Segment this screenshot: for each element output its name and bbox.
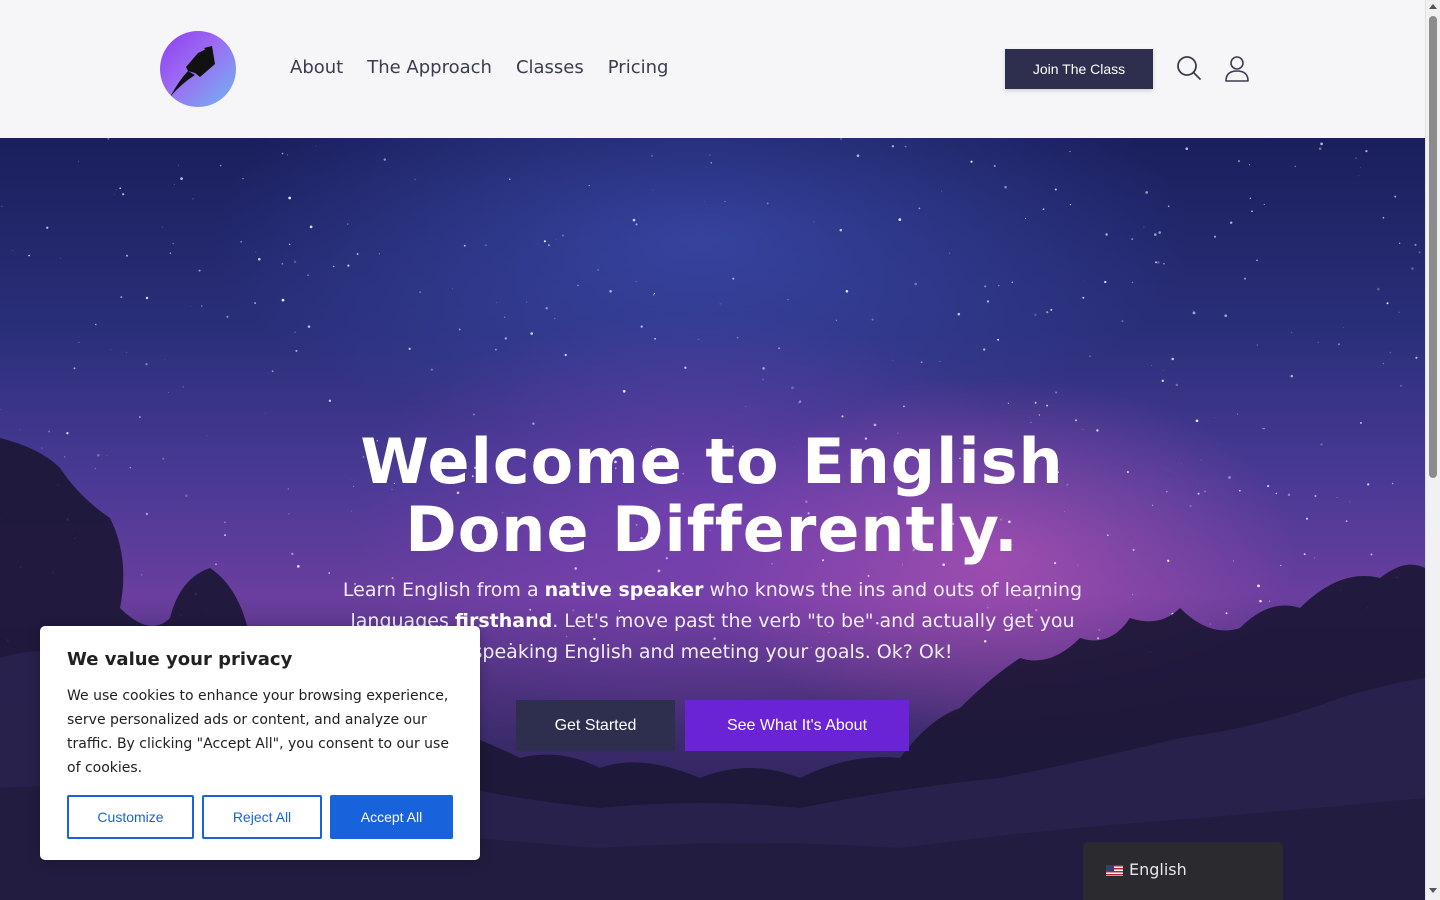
language-switcher[interactable]: English (1083, 842, 1283, 900)
language-label: English (1129, 860, 1187, 879)
cookie-text: We use cookies to enhance your browsing … (67, 688, 449, 776)
main-nav: About The Approach Classes Pricing (290, 56, 668, 80)
nav-approach[interactable]: The Approach (367, 56, 492, 80)
reject-all-button[interactable]: Reject All (202, 795, 322, 839)
us-flag-icon (1106, 865, 1123, 876)
join-class-button[interactable]: Join The Class (1005, 49, 1153, 89)
nav-classes[interactable]: Classes (516, 56, 584, 80)
scroll-down-arrow-icon[interactable] (1429, 888, 1437, 893)
hero-title: Welcome to English Done Differently. (312, 428, 1112, 564)
nav-about[interactable]: About (290, 56, 343, 80)
customize-button[interactable]: Customize (67, 795, 194, 839)
page-scrollbar[interactable] (1425, 0, 1440, 900)
accept-all-button[interactable]: Accept All (330, 795, 453, 839)
get-started-button[interactable]: Get Started (516, 700, 675, 751)
rocket-logo-icon[interactable] (160, 31, 236, 107)
user-icon[interactable] (1223, 54, 1251, 82)
hero-sub-part1: Learn English from a (342, 579, 545, 601)
hero-sub-part3: . Let's move past the verb "to be" and a… (472, 610, 1075, 663)
cookie-title: We value your privacy (67, 649, 293, 670)
scrollbar-thumb[interactable] (1429, 16, 1437, 478)
site-header: About The Approach Classes Pricing Join … (0, 0, 1425, 138)
scroll-up-arrow-icon[interactable] (1429, 4, 1437, 9)
hero-title-line2: Done Differently. (405, 493, 1019, 566)
hero-sub-bold1: native speaker (544, 579, 704, 601)
search-icon[interactable] (1175, 54, 1203, 82)
hero-title-line1: Welcome to English (360, 425, 1064, 498)
cookie-consent-dialog: We value your privacy We use cookies to … (40, 626, 480, 860)
nav-pricing[interactable]: Pricing (608, 56, 669, 80)
cookie-buttons: Customize Reject All Accept All (67, 795, 453, 839)
see-what-its-about-button[interactable]: See What It's About (685, 700, 909, 751)
